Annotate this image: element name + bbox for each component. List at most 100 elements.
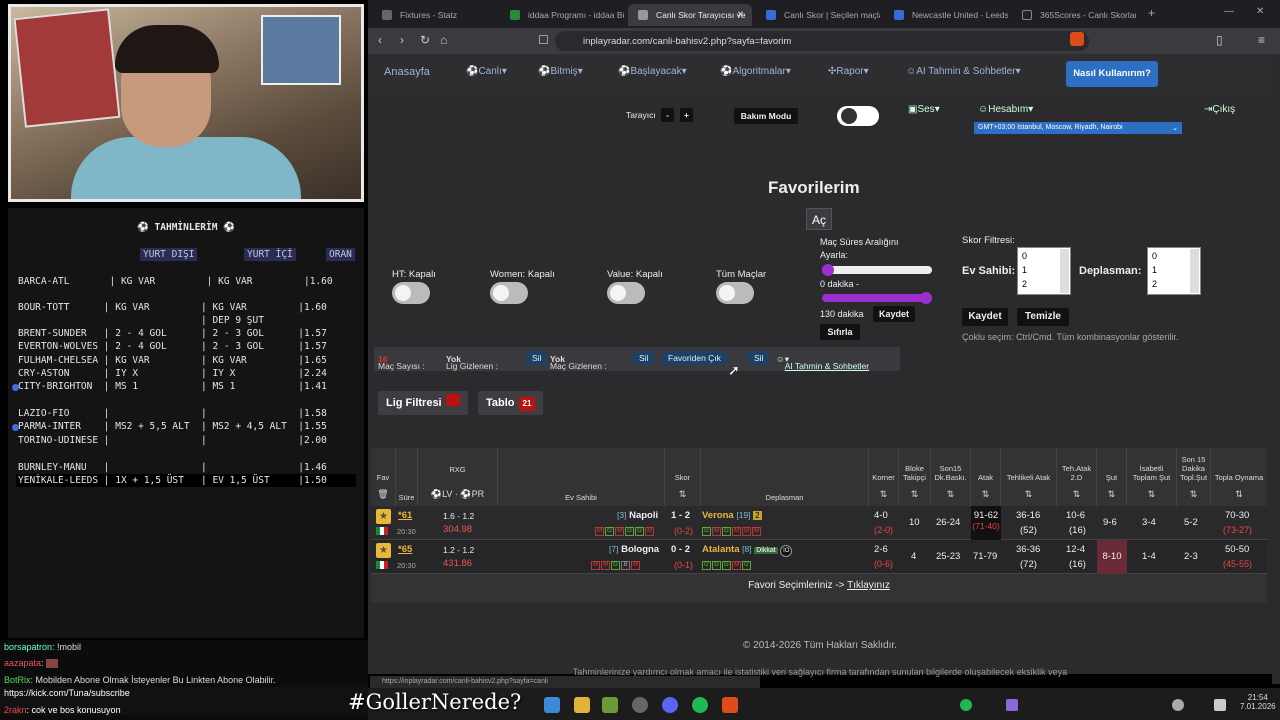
- predictions-title: ⚽ TAHMİNLERİM ⚽: [136, 222, 236, 233]
- min-slider-knob[interactable]: [822, 264, 834, 276]
- tab-iddaa[interactable]: iddaa Programı - iddaa Bü: [500, 4, 624, 26]
- tab-secilen[interactable]: Canlı Skor | Seçilen maçlar: [756, 4, 880, 26]
- mac-sil-button[interactable]: Sil: [633, 351, 655, 365]
- score-clear-button[interactable]: Temizle: [1017, 308, 1069, 326]
- col-isabetli[interactable]: İsabetli Toplam Şut ⇅: [1127, 448, 1177, 506]
- score-save-button[interactable]: Kaydet: [962, 308, 1008, 326]
- close-window-icon[interactable]: ✕: [1256, 6, 1264, 17]
- tab-bar: Fixtures - Statz iddaa Programı - iddaa …: [368, 0, 1280, 28]
- brave-icon[interactable]: [722, 697, 738, 713]
- favorites-link[interactable]: Tıklayınız: [847, 580, 890, 591]
- io-icon: IO: [780, 545, 793, 557]
- max-slider-knob[interactable]: [920, 292, 932, 304]
- tray-twitch-icon[interactable]: [1006, 699, 1018, 711]
- wall-poster: [13, 8, 121, 128]
- wall-frame: [261, 15, 341, 85]
- menu-rapor[interactable]: ✣Rapor▾: [828, 66, 869, 77]
- prediction-row: CITY-BRIGHTON | MS 1 | MS 1 |1.41: [12, 380, 327, 393]
- menu-bitmis[interactable]: ⚽Bitmiş▾: [538, 66, 583, 77]
- col-sut[interactable]: Şut ⇅: [1097, 448, 1127, 506]
- emote-icon: [46, 659, 59, 669]
- scrollbar[interactable]: [1060, 249, 1069, 293]
- menu-baslayacak[interactable]: ⚽Başlayacak▾: [618, 66, 687, 77]
- minimize-icon[interactable]: —: [1224, 6, 1234, 17]
- menu-icon[interactable]: ≡: [1258, 33, 1265, 47]
- sort-lv-pr[interactable]: ⚽LV · ⚽PR: [418, 489, 497, 500]
- col-tehlikeli[interactable]: Tehlikeli Atak ⇅: [1001, 448, 1057, 506]
- col-son15[interactable]: Son15 Dk.Baskı. ⇅: [931, 448, 971, 506]
- tablo-button[interactable]: Tablo 21: [478, 391, 544, 415]
- fav-sil-button[interactable]: Sil: [748, 351, 770, 365]
- scrollbar[interactable]: [1190, 249, 1199, 293]
- value-toggle[interactable]: [607, 282, 645, 304]
- file-explorer-icon[interactable]: [574, 697, 590, 713]
- ses-menu[interactable]: ▣Ses▾: [908, 104, 940, 115]
- back-icon[interactable]: ‹: [378, 33, 382, 47]
- sidebar-icon[interactable]: ▯: [1216, 33, 1223, 47]
- zoom-plus-button[interactable]: +: [680, 108, 693, 122]
- home-score-list[interactable]: 012: [1017, 247, 1071, 295]
- hint-text: Çoklu seçim: Ctrl/Cmd. Tüm kombinasyonla…: [962, 332, 1179, 342]
- notepad-icon[interactable]: [602, 697, 618, 713]
- col-topla[interactable]: Topla Oynama ⇅: [1211, 448, 1267, 506]
- table-row[interactable]: ★ *65 20:30 1.2 - 1.2 431.86 [7] Bologna…: [371, 540, 1267, 574]
- women-toggle[interactable]: [490, 282, 528, 304]
- tray-mic-icon[interactable]: [1172, 699, 1184, 711]
- tray-volume-icon[interactable]: [1214, 699, 1226, 711]
- range-save-button[interactable]: Kaydet: [873, 306, 915, 322]
- brave-shield-icon[interactable]: [1070, 32, 1084, 46]
- ac-button[interactable]: Aç: [806, 208, 832, 230]
- system-clock[interactable]: 21:54 7.01.2026: [1240, 693, 1276, 711]
- close-icon[interactable]: ✕: [737, 9, 744, 20]
- timezone-select[interactable]: GMT+03:00 Istanbul, Moscow, Riyadh, Nair…: [974, 122, 1182, 134]
- table-row[interactable]: ★ *61 20:30 1.6 - 1.2 304.98 [3] Napoli …: [371, 506, 1267, 540]
- hesabim-menu[interactable]: ☺Hesabım▾: [978, 104, 1033, 115]
- star-icon[interactable]: ★: [376, 509, 391, 524]
- menu-ai[interactable]: ☺AI Tahmin & Sohbetler▾: [906, 66, 1021, 77]
- obs-icon[interactable]: [632, 697, 648, 713]
- col-son15sut[interactable]: Son 15 Dakika Topl.Şut ⇅: [1177, 448, 1211, 506]
- menu-canli[interactable]: ⚽Canlı▾: [466, 66, 507, 77]
- col-teh2d[interactable]: Teh.Atak 2.D ⇅: [1057, 448, 1097, 506]
- tab-365scores[interactable]: 365Scores - Canlı Skorlar,: [1012, 4, 1136, 26]
- spotify-icon[interactable]: [692, 697, 708, 713]
- star-icon[interactable]: ★: [376, 543, 391, 558]
- reload-icon[interactable]: ↻: [420, 33, 430, 47]
- col-skor[interactable]: Skor ⇅: [665, 448, 701, 506]
- forward-icon[interactable]: ›: [400, 33, 404, 47]
- favoriden-cik-button[interactable]: Favoriden Çık: [662, 351, 727, 365]
- home-icon[interactable]: ⌂: [440, 33, 447, 47]
- range-reset-button[interactable]: Sıfırla: [820, 324, 860, 340]
- col-bloke[interactable]: Bloke Takipçi ⇅: [899, 448, 931, 506]
- min-slider[interactable]: [822, 266, 932, 274]
- zoom-minus-button[interactable]: -: [661, 108, 674, 122]
- cikis-link[interactable]: ⇥Çıkış: [1204, 104, 1235, 115]
- bookmark-icon[interactable]: ☐: [538, 33, 549, 47]
- lig-sil-button[interactable]: Sil: [526, 351, 548, 365]
- bakim-modu-button[interactable]: Bakım Modu: [734, 108, 798, 124]
- col-sure: Süre: [396, 448, 418, 506]
- max-slider[interactable]: [822, 294, 932, 302]
- away-score-list[interactable]: 012: [1147, 247, 1201, 295]
- windows-start-icon[interactable]: [544, 697, 560, 713]
- help-button[interactable]: Nasıl Kullanırım?: [1066, 61, 1158, 87]
- tab-canli-skor[interactable]: Canlı Skor Tarayıcısı ve ✕: [628, 4, 752, 26]
- col-korner[interactable]: Korner ⇅: [869, 448, 899, 506]
- new-tab-icon[interactable]: +: [1148, 6, 1155, 20]
- menu-anasayfa[interactable]: Anasayfa: [384, 66, 430, 78]
- tab-statz[interactable]: Fixtures - Statz: [372, 4, 496, 26]
- col-atak[interactable]: Atak ⇅: [971, 448, 1001, 506]
- page-scrollbar[interactable]: [1272, 54, 1280, 684]
- tab-newcastle[interactable]: Newcastle United - Leeds: [884, 4, 1008, 26]
- tum-maclar-toggle[interactable]: [716, 282, 754, 304]
- ht-toggle[interactable]: [392, 282, 430, 304]
- ai-menu[interactable]: ☺ AI Tahmin & Sohbetler ▾: [776, 354, 869, 371]
- lig-filtresi-button[interactable]: Lig Filtresi: [378, 391, 468, 415]
- address-bar[interactable]: inplayradar.com/canli-bahisv2.php?sayfa=…: [555, 31, 1089, 51]
- women-label: Women: Kapalı: [490, 269, 555, 280]
- discord-icon[interactable]: [662, 697, 678, 713]
- menu-algoritmalar[interactable]: ⚽Algoritmalar▾: [720, 66, 791, 77]
- prediction-row: FULHAM-CHELSEA | KG VAR | KG VAR |1.65: [18, 355, 327, 366]
- theme-toggle[interactable]: [837, 106, 879, 126]
- tray-spotify-icon[interactable]: [960, 699, 972, 711]
